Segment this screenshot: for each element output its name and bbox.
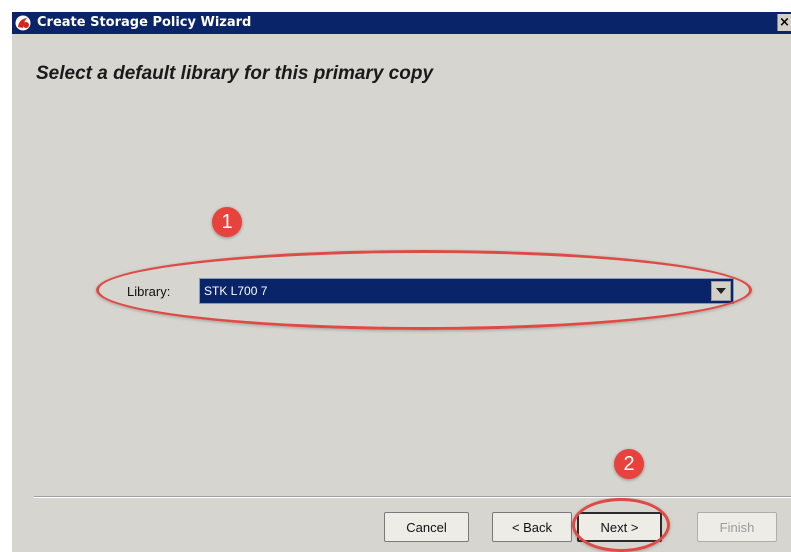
annotation-marker-1: 1: [212, 207, 242, 237]
footer-divider: [34, 496, 791, 498]
annotation-oval-library: [96, 250, 752, 330]
back-button[interactable]: < Back: [492, 512, 572, 542]
annotation-oval-next: [572, 498, 670, 552]
annotation-marker-2: 2: [614, 449, 644, 479]
cancel-button[interactable]: Cancel: [384, 512, 469, 542]
window-title: Create Storage Policy Wizard: [37, 15, 252, 30]
page-heading: Select a default library for this primar…: [36, 63, 434, 84]
title-bar[interactable]: Create Storage Policy Wizard ×: [12, 12, 791, 34]
finish-button: Finish: [697, 512, 777, 542]
app-logo-icon: [15, 15, 31, 31]
wizard-window: Create Storage Policy Wizard × Select a …: [12, 12, 791, 552]
close-button[interactable]: ×: [777, 14, 791, 31]
